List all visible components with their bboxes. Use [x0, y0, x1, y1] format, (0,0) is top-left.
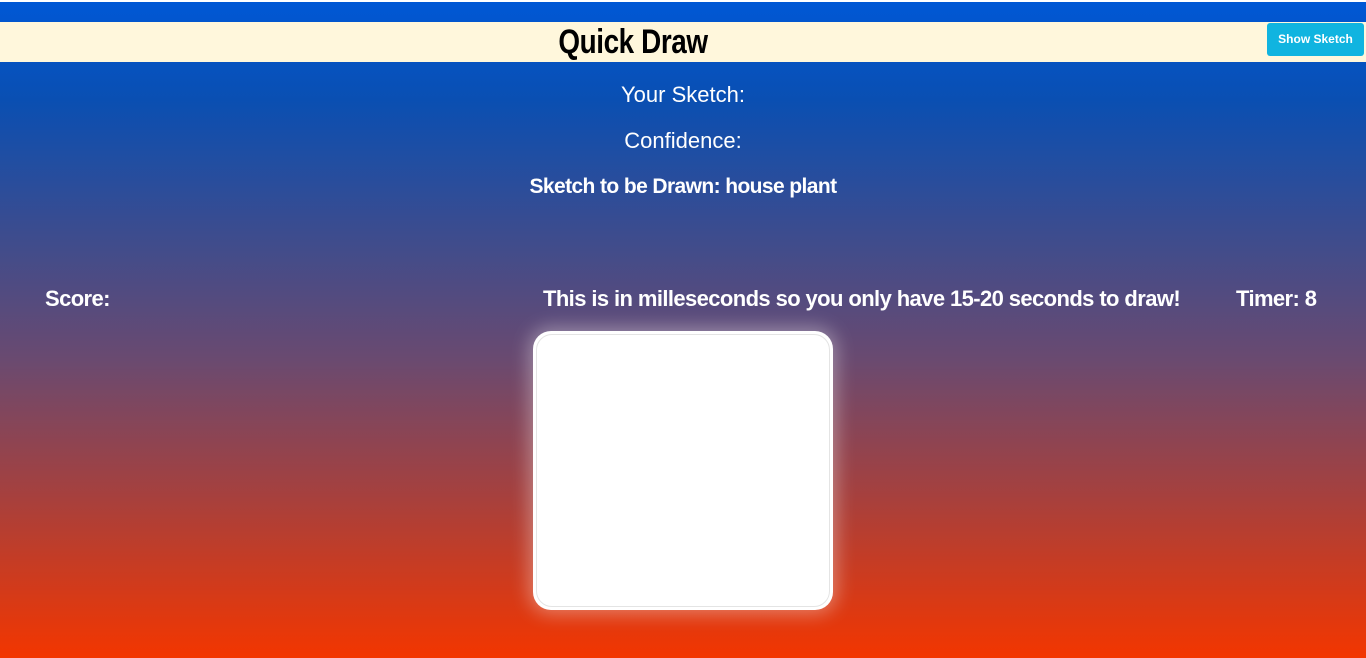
canvas-border: [536, 334, 830, 607]
top-strip: [0, 0, 1366, 2]
sketch-to-draw-label: Sketch to be Drawn: house plant: [529, 175, 838, 198]
drawing-canvas[interactable]: [533, 331, 833, 610]
page-title: Quick Draw: [558, 23, 708, 61]
timer-note: This is in milleseconds so you only have…: [543, 286, 1181, 311]
score-label: Score:: [45, 286, 110, 311]
show-sketch-button[interactable]: Show Sketch: [1267, 23, 1364, 56]
header-bar: Quick Draw Show Sketch: [0, 22, 1366, 62]
your-sketch-label: Your Sketch:: [621, 82, 745, 107]
timer-display: Timer: 8: [1236, 286, 1317, 311]
confidence-label: Confidence:: [624, 128, 742, 153]
